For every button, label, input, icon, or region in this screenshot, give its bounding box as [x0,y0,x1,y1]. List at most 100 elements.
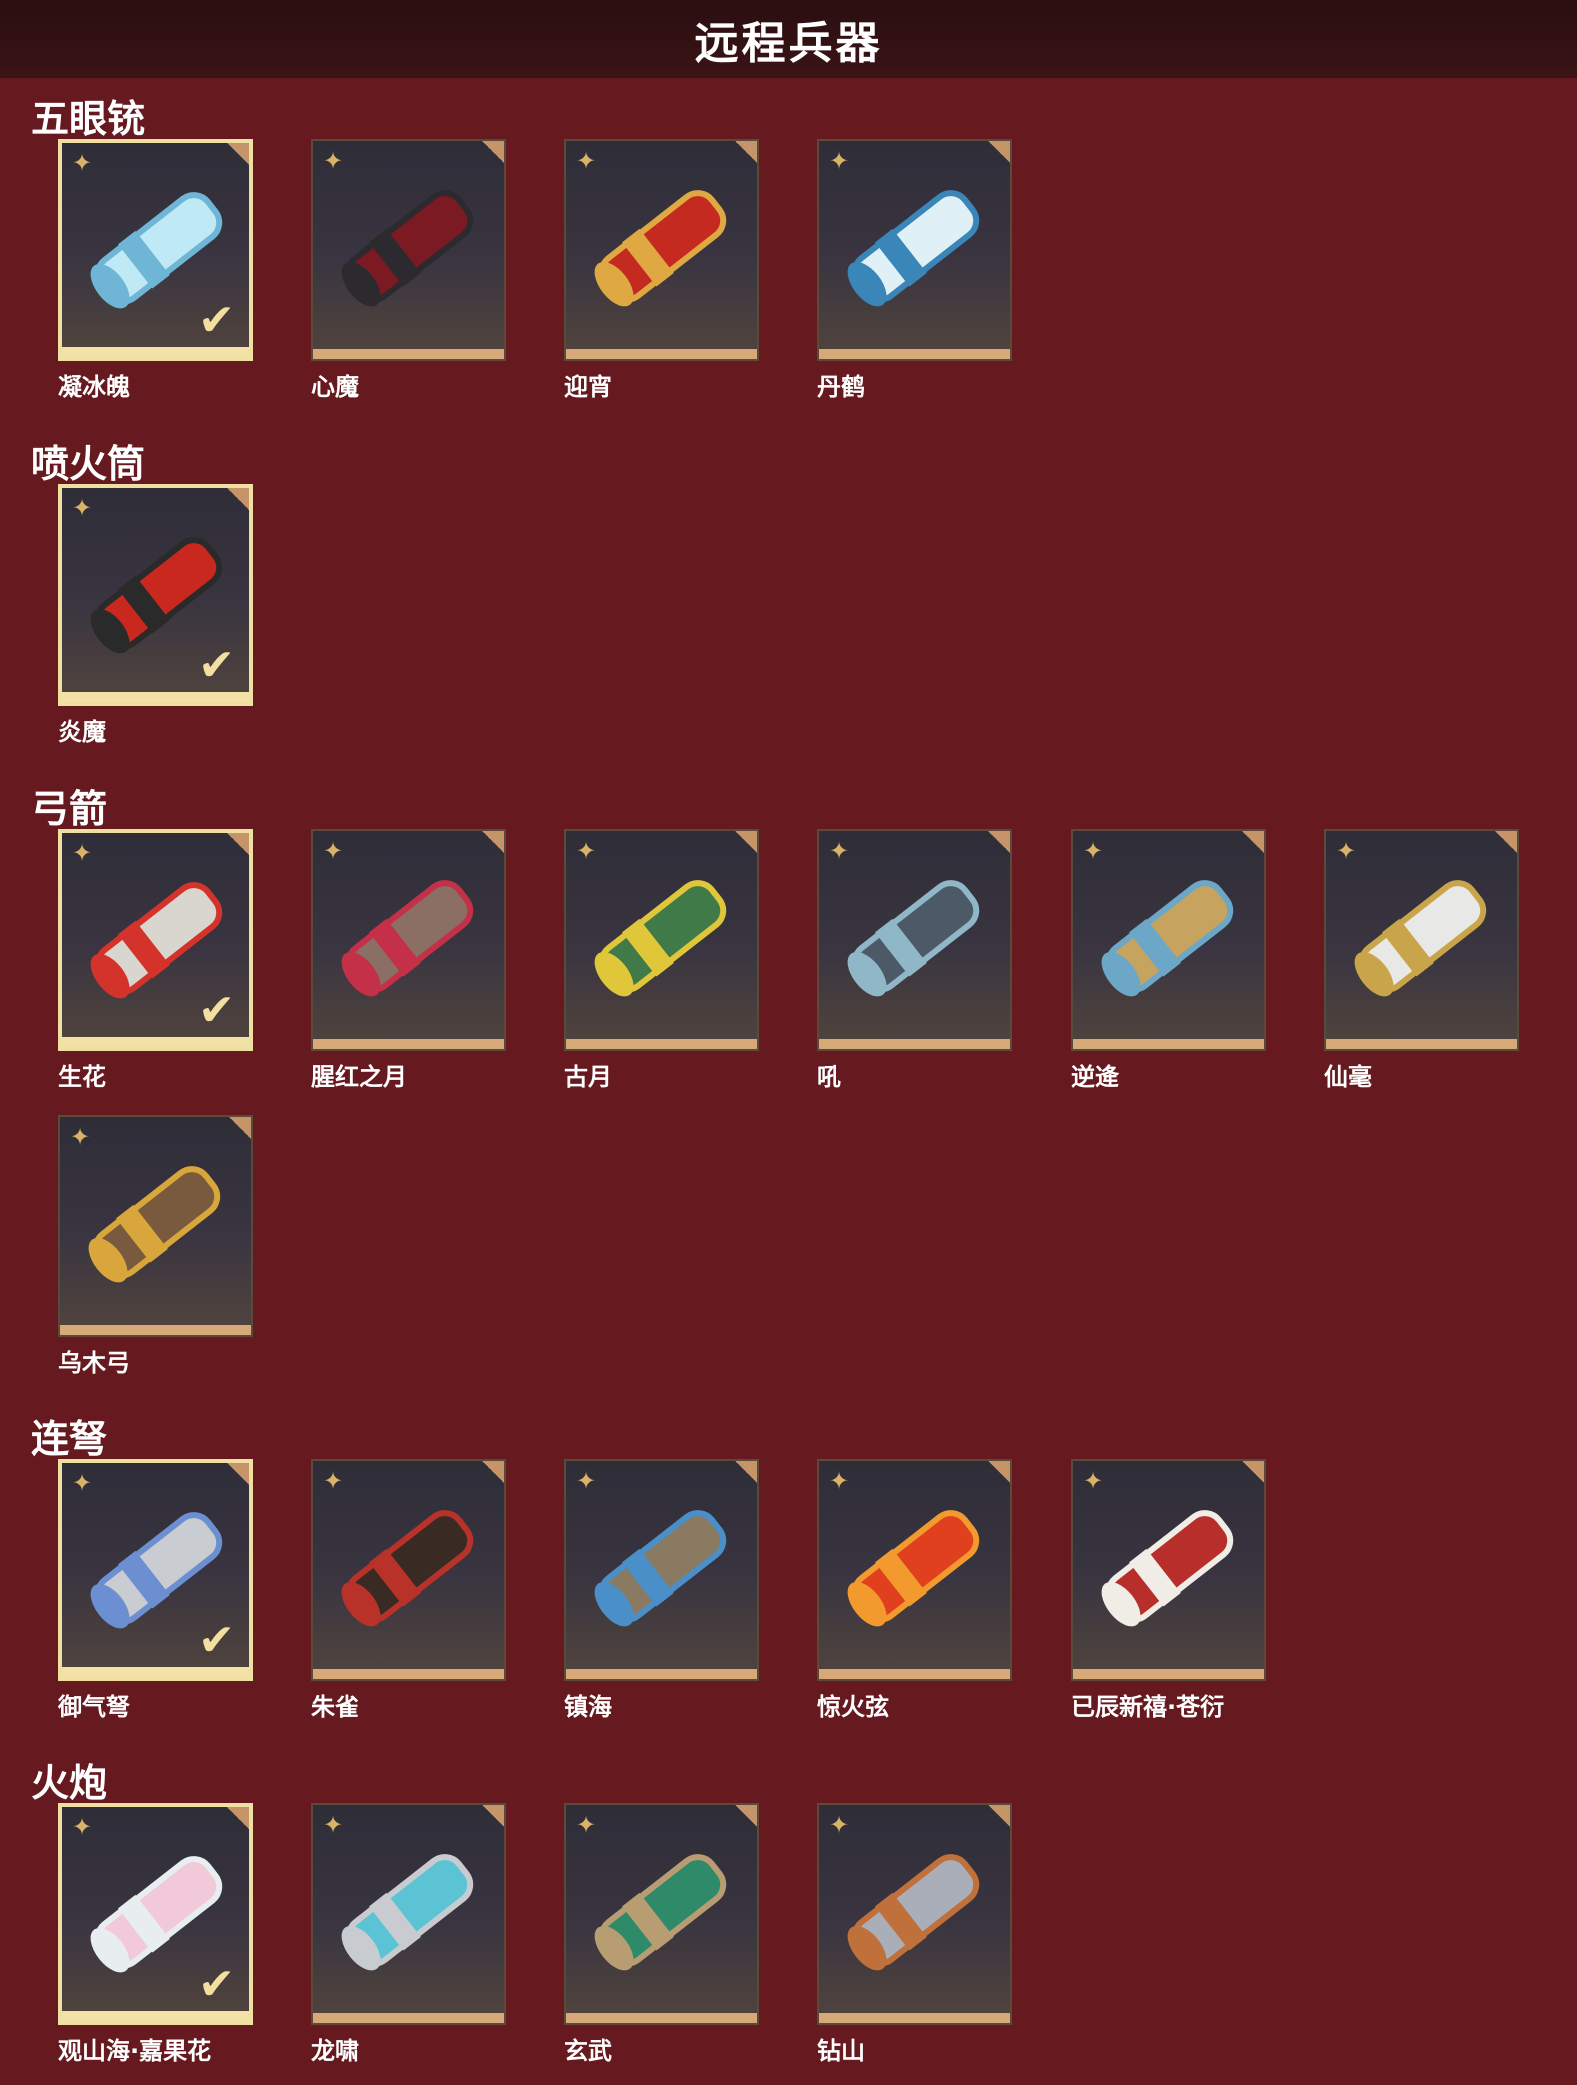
card-frame-band [62,1667,249,1677]
weapon-item[interactable]: ✦ ✔ 炎魔 [58,484,253,746]
corner-tag-icon [227,143,249,165]
section-title: 弓箭 [31,787,108,831]
weapon-card[interactable]: ✦ [564,1803,759,2025]
rarity-star-icon: ✦ [576,1811,597,1839]
section-title: 五眼铳 [31,97,146,141]
card-frame-band [62,347,249,357]
section-title: 火炮 [31,1761,108,1805]
weapon-card[interactable]: ✦ [817,139,1012,361]
card-frame-band [819,2013,1010,2023]
rarity-star-icon: ✦ [72,1813,93,1841]
weapon-card[interactable]: ✦ [564,1459,759,1681]
rarity-star-icon: ✦ [829,1467,850,1495]
weapon-card[interactable]: ✦ ✔ [58,1803,253,2025]
rarity-star-icon: ✦ [323,837,344,865]
weapon-item[interactable]: ✦ ✔ 御气弩 [58,1459,253,1721]
weapon-item[interactable]: ✦ 迎宵 [564,139,759,401]
weapon-card[interactable]: ✦ [311,1803,506,2025]
weapon-item[interactable]: ✦ 吼 [817,829,1012,1091]
section-title: 喷火筒 [31,442,146,486]
rarity-star-icon: ✦ [72,1469,93,1497]
weapon-item[interactable]: ✦ 腥红之月 [311,829,506,1091]
card-frame-band [819,349,1010,359]
weapon-name: 古月 [564,1063,612,1091]
weapon-item[interactable]: ✦ 龙啸 [311,1803,506,2065]
corner-tag-icon [482,1805,504,1827]
weapon-card[interactable]: ✦ [817,829,1012,1051]
weapon-card[interactable]: ✦ [564,829,759,1051]
rarity-star-icon: ✦ [323,147,344,175]
weapon-card[interactable]: ✦ ✔ [58,484,253,706]
weapon-card[interactable]: ✦ ✔ [58,1459,253,1681]
weapon-item[interactable]: ✦ 钻山 [817,1803,1012,2065]
rarity-star-icon: ✦ [72,494,93,522]
rarity-star-icon: ✦ [72,149,93,177]
corner-tag-icon [988,1805,1010,1827]
section-title: 连弩 [31,1417,108,1461]
corner-tag-icon [227,488,249,510]
weapon-item[interactable]: ✦ ✔ 凝冰魄 [58,139,253,401]
weapon-card[interactable]: ✦ [311,1459,506,1681]
weapon-card[interactable]: ✦ [58,1115,253,1337]
corner-tag-icon [1242,1461,1264,1483]
corner-tag-icon [482,141,504,163]
weapon-name: 朱雀 [311,1693,359,1721]
weapon-name: 迎宵 [564,373,612,401]
weapon-card[interactable]: ✦ ✔ [58,139,253,361]
card-frame-band [1073,1039,1264,1049]
weapon-name: 凝冰魄 [58,373,130,401]
weapon-item[interactable]: ✦ 逆逄 [1071,829,1266,1091]
weapon-item[interactable]: ✦ 丹鹤 [817,139,1012,401]
weapon-name: 观山海·嘉果花 [58,2037,212,2065]
rarity-star-icon: ✦ [323,1811,344,1839]
corner-tag-icon [1495,831,1517,853]
weapon-card[interactable]: ✦ ✔ [58,829,253,1051]
corner-tag-icon [735,1461,757,1483]
weapon-name: 心魔 [311,373,359,401]
weapon-item[interactable]: ✦ 心魔 [311,139,506,401]
weapon-card[interactable]: ✦ [1071,829,1266,1051]
weapon-item[interactable]: ✦ 古月 [564,829,759,1091]
weapon-item[interactable]: ✦ 惊火弦 [817,1459,1012,1721]
weapon-name: 钻山 [817,2037,865,2065]
weapon-item[interactable]: ✦ ✔ 观山海·嘉果花 [58,1803,253,2065]
weapon-name: 惊火弦 [817,1693,889,1721]
weapon-name: 生花 [58,1063,106,1091]
weapon-item[interactable]: ✦ 朱雀 [311,1459,506,1721]
card-frame-band [60,1325,251,1335]
rarity-star-icon: ✦ [1083,837,1104,865]
rarity-star-icon: ✦ [70,1123,91,1151]
rarity-star-icon: ✦ [576,1467,597,1495]
weapon-name: 吼 [817,1063,841,1091]
weapon-item[interactable]: ✦ 乌木弓 [58,1115,253,1377]
card-frame-band [313,349,504,359]
rarity-star-icon: ✦ [829,147,850,175]
card-frame-band [62,2011,249,2021]
weapon-name: 已辰新禧·苍衍 [1071,1693,1225,1721]
weapon-card[interactable]: ✦ [817,1803,1012,2025]
weapon-item[interactable]: ✦ 已辰新禧·苍衍 [1071,1459,1266,1721]
card-frame-band [566,1039,757,1049]
weapon-card[interactable]: ✦ [1071,1459,1266,1681]
card-frame-band [819,1669,1010,1679]
card-frame-band [566,2013,757,2023]
weapon-card[interactable]: ✦ [311,139,506,361]
corner-tag-icon [1242,831,1264,853]
weapon-card[interactable]: ✦ [311,829,506,1051]
weapon-name: 仙毫 [1324,1063,1372,1091]
weapon-item[interactable]: ✦ 玄武 [564,1803,759,2065]
rarity-star-icon: ✦ [323,1467,344,1495]
corner-tag-icon [735,141,757,163]
weapon-name: 逆逄 [1071,1063,1119,1091]
weapon-card[interactable]: ✦ [817,1459,1012,1681]
weapon-item[interactable]: ✦ 仙毫 [1324,829,1519,1091]
equipped-check-icon: ✔ [198,1959,235,2010]
weapon-item[interactable]: ✦ 镇海 [564,1459,759,1721]
weapon-item[interactable]: ✦ ✔ 生花 [58,829,253,1091]
weapon-card[interactable]: ✦ [564,139,759,361]
weapon-name: 腥红之月 [311,1063,407,1091]
card-frame-band [62,1037,249,1047]
card-frame-band [566,349,757,359]
weapon-card[interactable]: ✦ [1324,829,1519,1051]
corner-tag-icon [227,1807,249,1829]
